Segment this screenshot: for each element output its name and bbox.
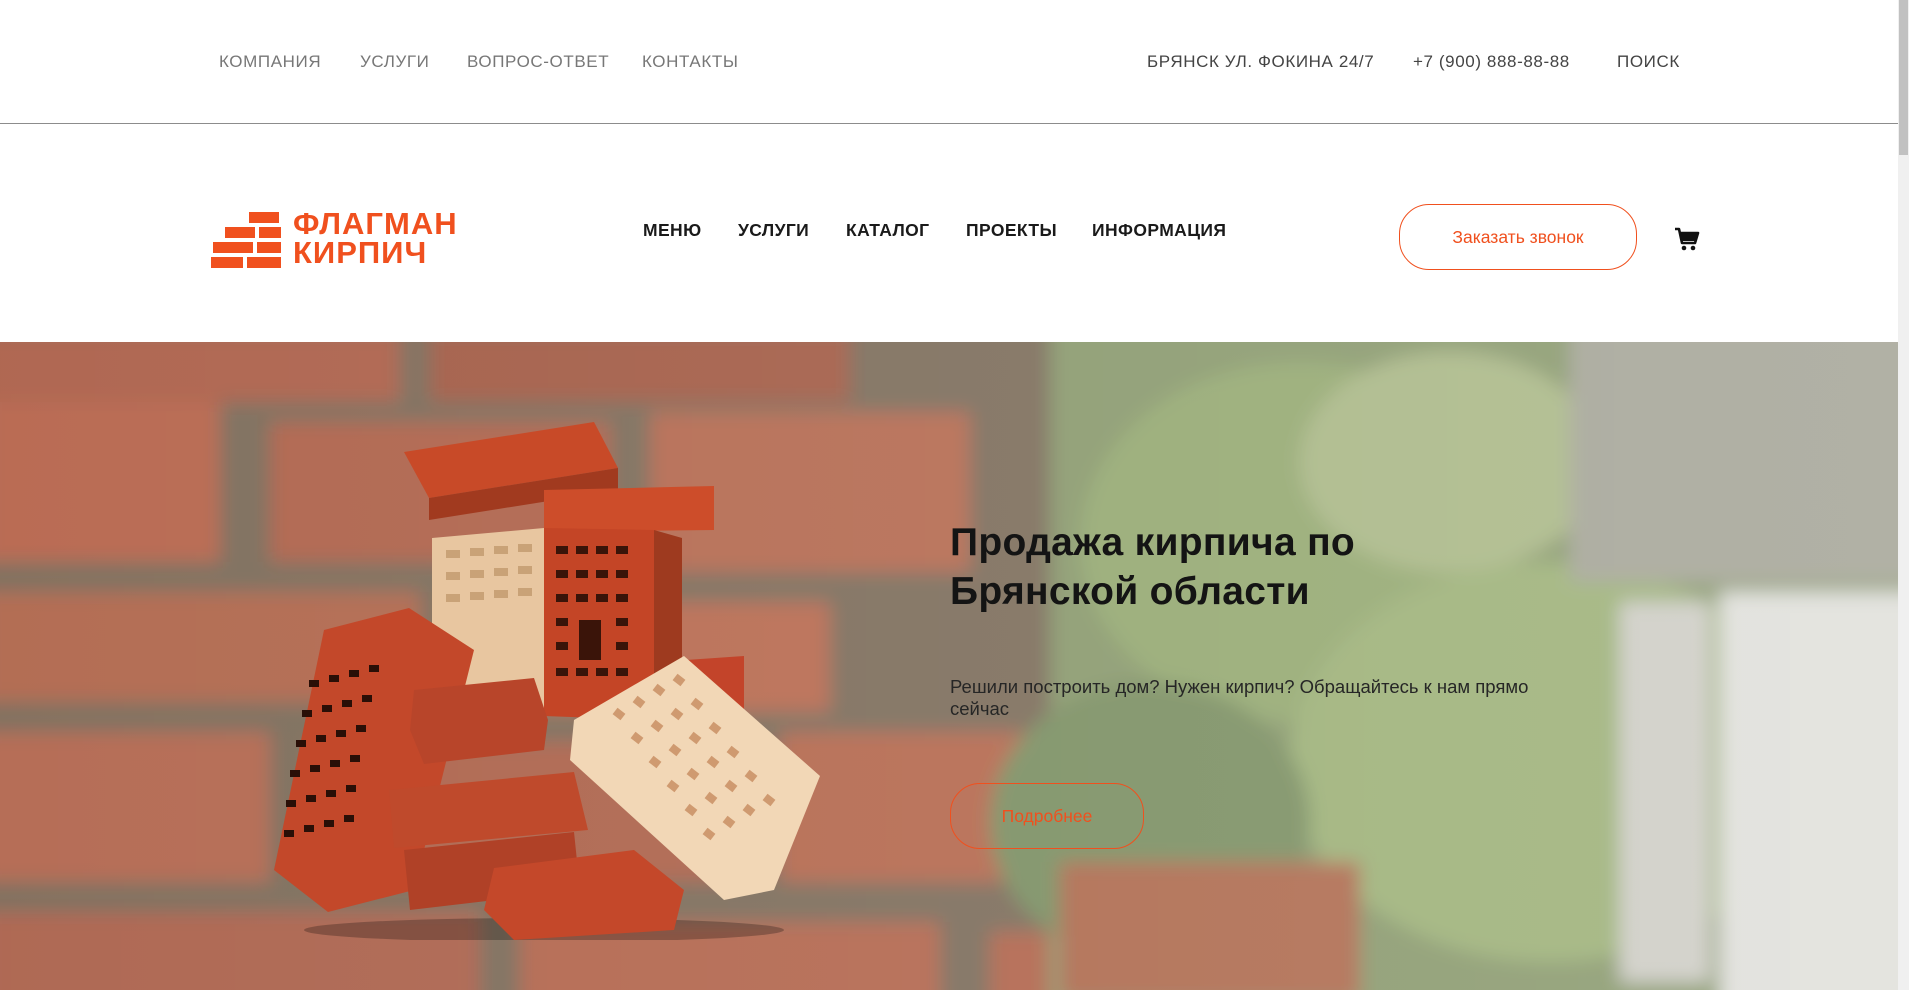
top-link-contacts[interactable]: КОНТАКТЫ [642, 52, 739, 72]
top-link-services[interactable]: УСЛУГИ [360, 52, 430, 72]
nav-info[interactable]: ИНФОРМАЦИЯ [1092, 220, 1226, 241]
top-bar: КОМПАНИЯ УСЛУГИ ВОПРОС-ОТВЕТ КОНТАКТЫ БР… [0, 0, 1898, 124]
phone-link[interactable]: +7 (900) 888-88-88 [1413, 52, 1570, 72]
bricks-image [274, 422, 820, 940]
scrollbar-thumb[interactable] [1899, 0, 1908, 155]
hero-banner: Продажа кирпича по Брянской области Реши… [0, 342, 1898, 990]
address-link[interactable]: БРЯНСК УЛ. ФОКИНА 24/7 [1147, 52, 1374, 72]
hero-title: Продажа кирпича по Брянской области [950, 521, 1356, 613]
nav-catalog[interactable]: КАТАЛОГ [846, 220, 930, 241]
logo-text: ФЛАГМАН КИРПИЧ [293, 208, 458, 270]
top-link-company[interactable]: КОМПАНИЯ [219, 52, 321, 72]
top-link-faq[interactable]: ВОПРОС-ОТВЕТ [467, 52, 609, 72]
hero-subtitle: Решили построить дом? Нужен кирпич? Обра… [950, 676, 1529, 719]
nav-projects[interactable]: ПРОЕКТЫ [966, 220, 1057, 241]
logo-line-2: КИРПИЧ [293, 235, 428, 270]
nav-menu[interactable]: МЕНЮ [643, 220, 702, 241]
logo[interactable]: ФЛАГМАН КИРПИЧ [211, 208, 461, 270]
more-button[interactable]: Подробнее [950, 783, 1144, 849]
page-scrollbar[interactable] [1898, 0, 1909, 990]
main-header: ФЛАГМАН КИРПИЧ МЕНЮ УСЛУГИ КАТАЛОГ ПРОЕК… [0, 124, 1898, 342]
cart-icon[interactable] [1674, 226, 1700, 252]
search-link[interactable]: ПОИСК [1617, 52, 1680, 72]
nav-services[interactable]: УСЛУГИ [738, 220, 809, 241]
order-call-button[interactable]: Заказать звонок [1399, 204, 1637, 270]
logo-bricks-icon [211, 212, 281, 268]
